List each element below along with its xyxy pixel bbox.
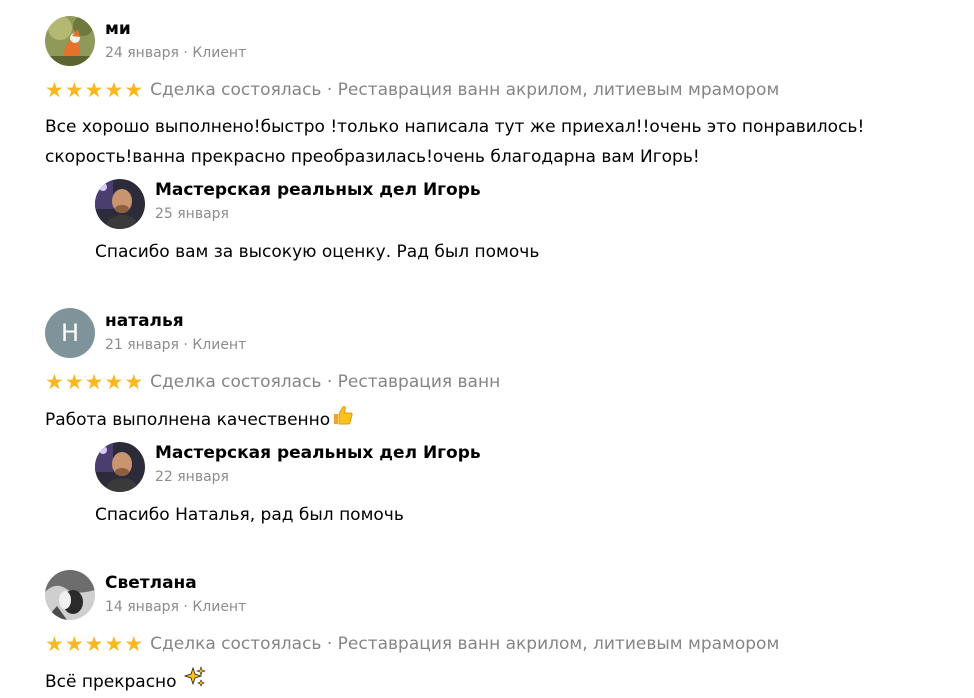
- star-icon: ★: [84, 78, 104, 102]
- seller-reply: Мастерская реальных дел Игорь 22 января …: [95, 442, 895, 532]
- star-rating: ★ ★ ★ ★ ★: [45, 370, 143, 394]
- star-icon: ★: [124, 370, 144, 394]
- star-icon: ★: [124, 78, 144, 102]
- review-text-line: Все хорошо выполнено!быстро !только напи…: [45, 117, 865, 137]
- star-icon: ★: [45, 632, 64, 656]
- review-author[interactable]: Светлана: [105, 573, 197, 593]
- review-author[interactable]: ми: [105, 19, 131, 39]
- review-card: Н наталья 21 января · Клиент ★ ★ ★ ★ ★ С…: [45, 308, 945, 430]
- deal-info: Сделка состоялась · Реставрация ванн акр…: [150, 80, 780, 100]
- star-icon: ★: [45, 78, 64, 102]
- seller-avatar[interactable]: [95, 179, 145, 229]
- review-card: ми 24 января · Клиент ★ ★ ★ ★ ★ Сделка с…: [45, 16, 945, 176]
- review-text-line: скорость!ванна прекрасно преобразилась!о…: [45, 147, 700, 167]
- star-icon: ★: [124, 632, 144, 656]
- star-icon: ★: [104, 78, 124, 102]
- star-icon: ★: [64, 78, 84, 102]
- star-rating: ★ ★ ★ ★ ★: [45, 632, 143, 656]
- deal-info: Сделка состоялась · Реставрация ванн акр…: [150, 634, 780, 654]
- review-meta: 14 января · Клиент: [105, 599, 247, 615]
- rating-line: ★ ★ ★ ★ ★ Сделка состоялась · Реставраци…: [45, 78, 779, 102]
- star-icon: ★: [64, 370, 84, 394]
- avatar[interactable]: [45, 570, 95, 620]
- avatar[interactable]: [45, 16, 95, 66]
- avatar[interactable]: Н: [45, 308, 95, 358]
- star-icon: ★: [104, 370, 124, 394]
- reply-date: 22 января: [155, 469, 229, 485]
- reply-date: 25 января: [155, 206, 229, 222]
- review-text: Все хорошо выполнено!быстро !только напи…: [45, 112, 864, 172]
- star-icon: ★: [84, 370, 104, 394]
- review-text: Всё прекрасно: [45, 666, 206, 698]
- deal-info: Сделка состоялась · Реставрация ванн: [150, 372, 501, 392]
- review-text-line: Всё прекрасно: [45, 672, 177, 692]
- review-meta: 24 января · Клиент: [105, 45, 247, 61]
- thumbs-up-icon: [332, 404, 354, 436]
- seller-reply: Мастерская реальных дел Игорь 25 января …: [95, 179, 895, 269]
- reply-text: Спасибо Наталья, рад был помочь: [95, 505, 404, 525]
- seller-name[interactable]: Мастерская реальных дел Игорь: [155, 180, 481, 200]
- star-icon: ★: [45, 370, 64, 394]
- star-icon: ★: [104, 632, 124, 656]
- review-text: Работа выполнена качественно: [45, 404, 354, 436]
- rating-line: ★ ★ ★ ★ ★ Сделка состоялась · Реставраци…: [45, 632, 779, 656]
- seller-avatar[interactable]: [95, 442, 145, 492]
- review-text-line: Работа выполнена качественно: [45, 410, 331, 430]
- seller-name[interactable]: Мастерская реальных дел Игорь: [155, 443, 481, 463]
- star-icon: ★: [64, 632, 84, 656]
- star-rating: ★ ★ ★ ★ ★: [45, 78, 143, 102]
- reply-text: Спасибо вам за высокую оценку. Рад был п…: [95, 242, 540, 262]
- review-card: Светлана 14 января · Клиент ★ ★ ★ ★ ★ Сд…: [45, 570, 945, 692]
- review-meta: 21 января · Клиент: [105, 337, 247, 353]
- sparkles-icon: [183, 666, 206, 698]
- star-icon: ★: [84, 632, 104, 656]
- rating-line: ★ ★ ★ ★ ★ Сделка состоялась · Реставраци…: [45, 370, 500, 394]
- review-author[interactable]: наталья: [105, 311, 184, 331]
